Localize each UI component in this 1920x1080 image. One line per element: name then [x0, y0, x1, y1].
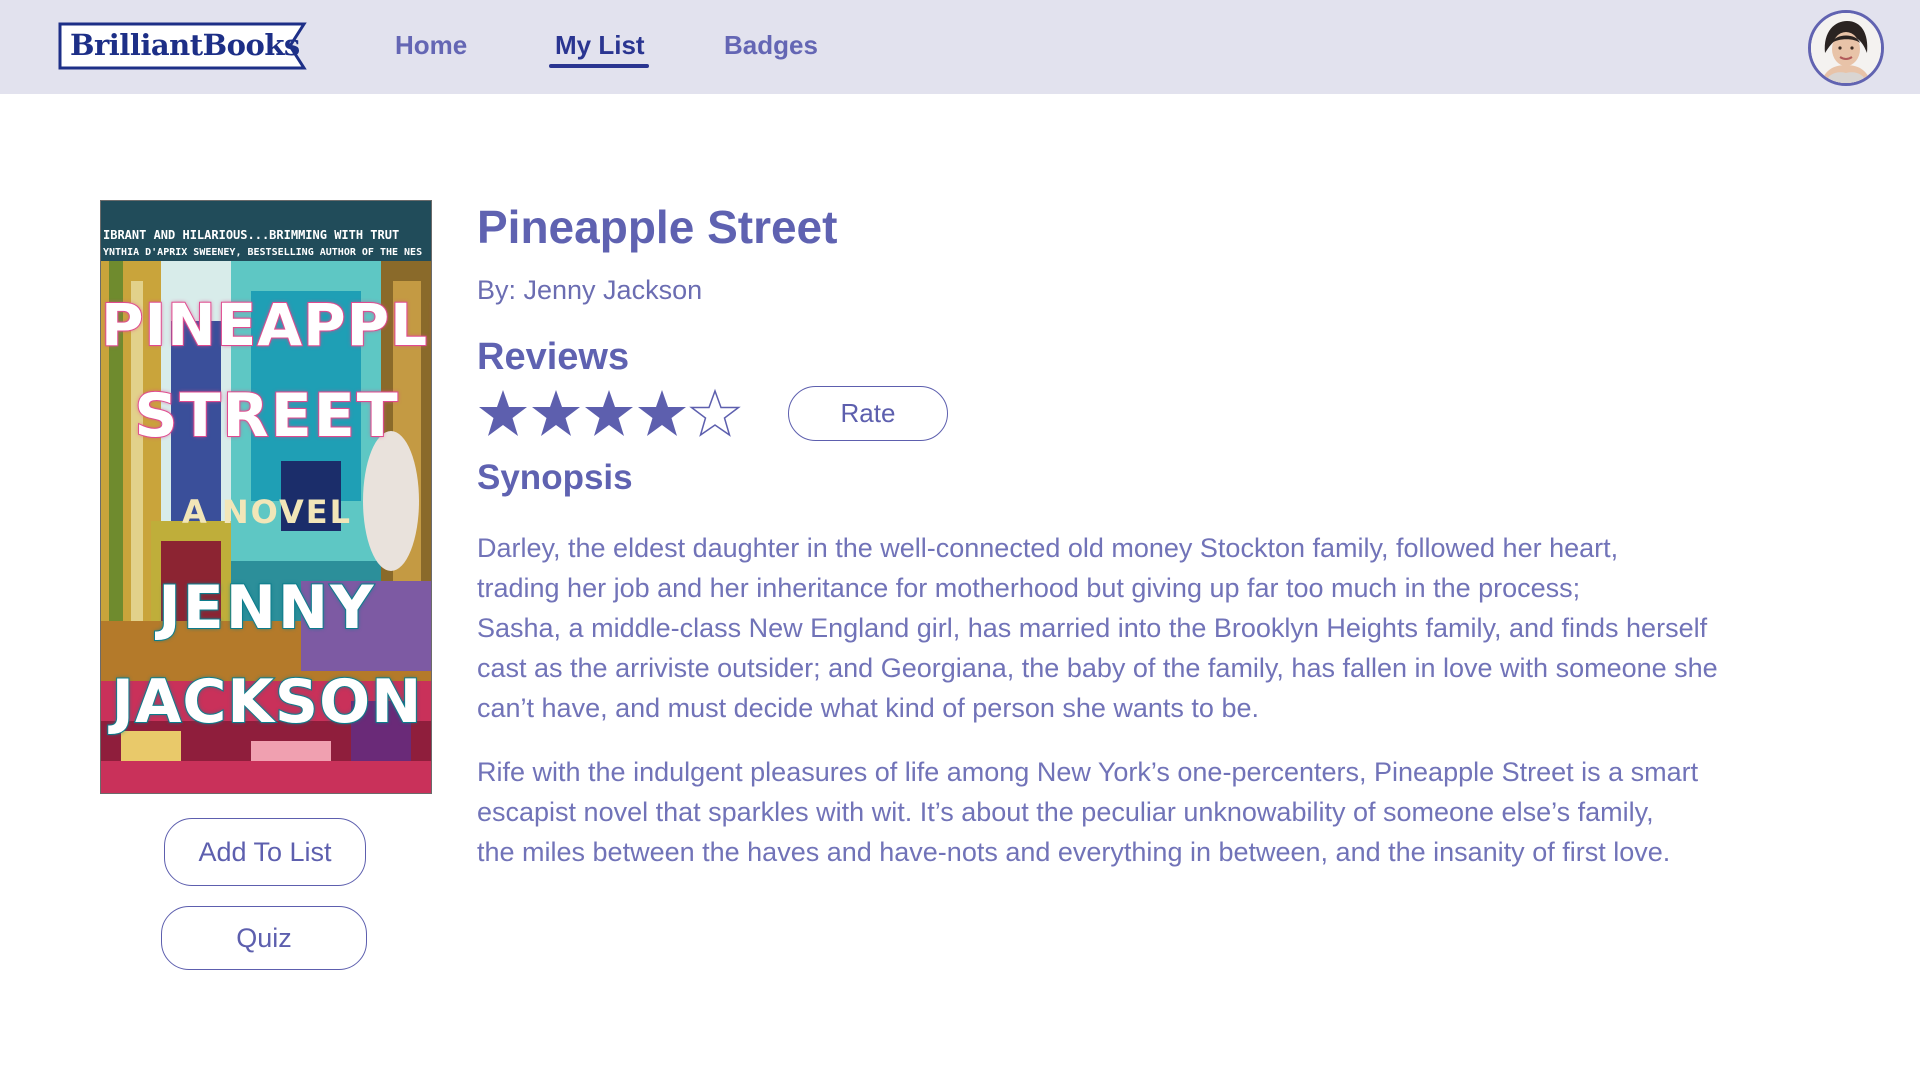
cover-tagline-line: YNTHIA D'APRIX SWEENEY, BESTSELLING AUTH… [103, 247, 423, 258]
nav-my-list-link[interactable]: My List [555, 30, 645, 61]
cover-tagline-line: IBRANT AND HILARIOUS...BRIMMING WITH TRU… [103, 228, 400, 242]
cover-tagline: IBRANT AND HILARIOUS...BRIMMING WITH TRU… [103, 227, 431, 261]
star-filled-icon[interactable] [530, 388, 582, 440]
cover-author-line: JACKSON [111, 667, 423, 737]
rate-button[interactable]: Rate [788, 386, 948, 441]
star-outline-icon[interactable] [689, 388, 741, 440]
synopsis-line: Rife with the indulgent pleasures of lif… [477, 757, 1699, 787]
synopsis-line: escapist novel that sparkles with wit. I… [477, 797, 1654, 827]
book-cover-image: IBRANT AND HILARIOUS...BRIMMING WITH TRU… [100, 200, 432, 794]
star-filled-icon[interactable] [477, 388, 529, 440]
synopsis-line: the miles between the haves and have-not… [477, 837, 1671, 867]
add-to-list-button[interactable]: Add To List [164, 818, 366, 886]
nav-home-link[interactable]: Home [395, 30, 467, 61]
synopsis-line: Darley, the eldest daughter in the well-… [477, 533, 1619, 563]
user-avatar[interactable] [1808, 10, 1884, 86]
nav-active-underline [549, 64, 649, 68]
avatar-icon [1811, 13, 1881, 83]
cover-subtitle: A NOVEL [181, 493, 353, 531]
cover-title-line: PINEAPPLE [101, 291, 432, 359]
star-filled-icon[interactable] [583, 388, 635, 440]
synopsis-line: Sasha, a middle-class New England girl, … [477, 613, 1708, 643]
synopsis-line: cast as the arriviste outsider; and Geor… [477, 653, 1718, 683]
nav-badges-link[interactable]: Badges [724, 30, 818, 61]
star-filled-icon[interactable] [636, 388, 688, 440]
cover-title-line: STREET [133, 381, 400, 451]
synopsis-paragraph: Rife with the indulgent pleasures of lif… [477, 752, 1837, 872]
reviews-heading: Reviews [477, 336, 630, 378]
synopsis-line: trading her job and her inheritance for … [477, 573, 1581, 603]
brilliantbooks-logo[interactable]: BrilliantBooks [58, 22, 308, 70]
top-nav-bar: BrilliantBooks Home My List Badges [0, 0, 1920, 94]
quiz-button[interactable]: Quiz [161, 906, 367, 970]
book-title: Pineapple Street [477, 201, 838, 253]
synopsis-heading: Synopsis [477, 458, 633, 497]
cover-author-line: JENNY [157, 573, 376, 643]
synopsis-line: can’t have, and must decide what kind of… [477, 693, 1259, 723]
book-author: By: Jenny Jackson [477, 275, 703, 305]
logo-text: BrilliantBooks [70, 28, 300, 62]
synopsis-paragraph: Darley, the eldest daughter in the well-… [477, 528, 1837, 728]
